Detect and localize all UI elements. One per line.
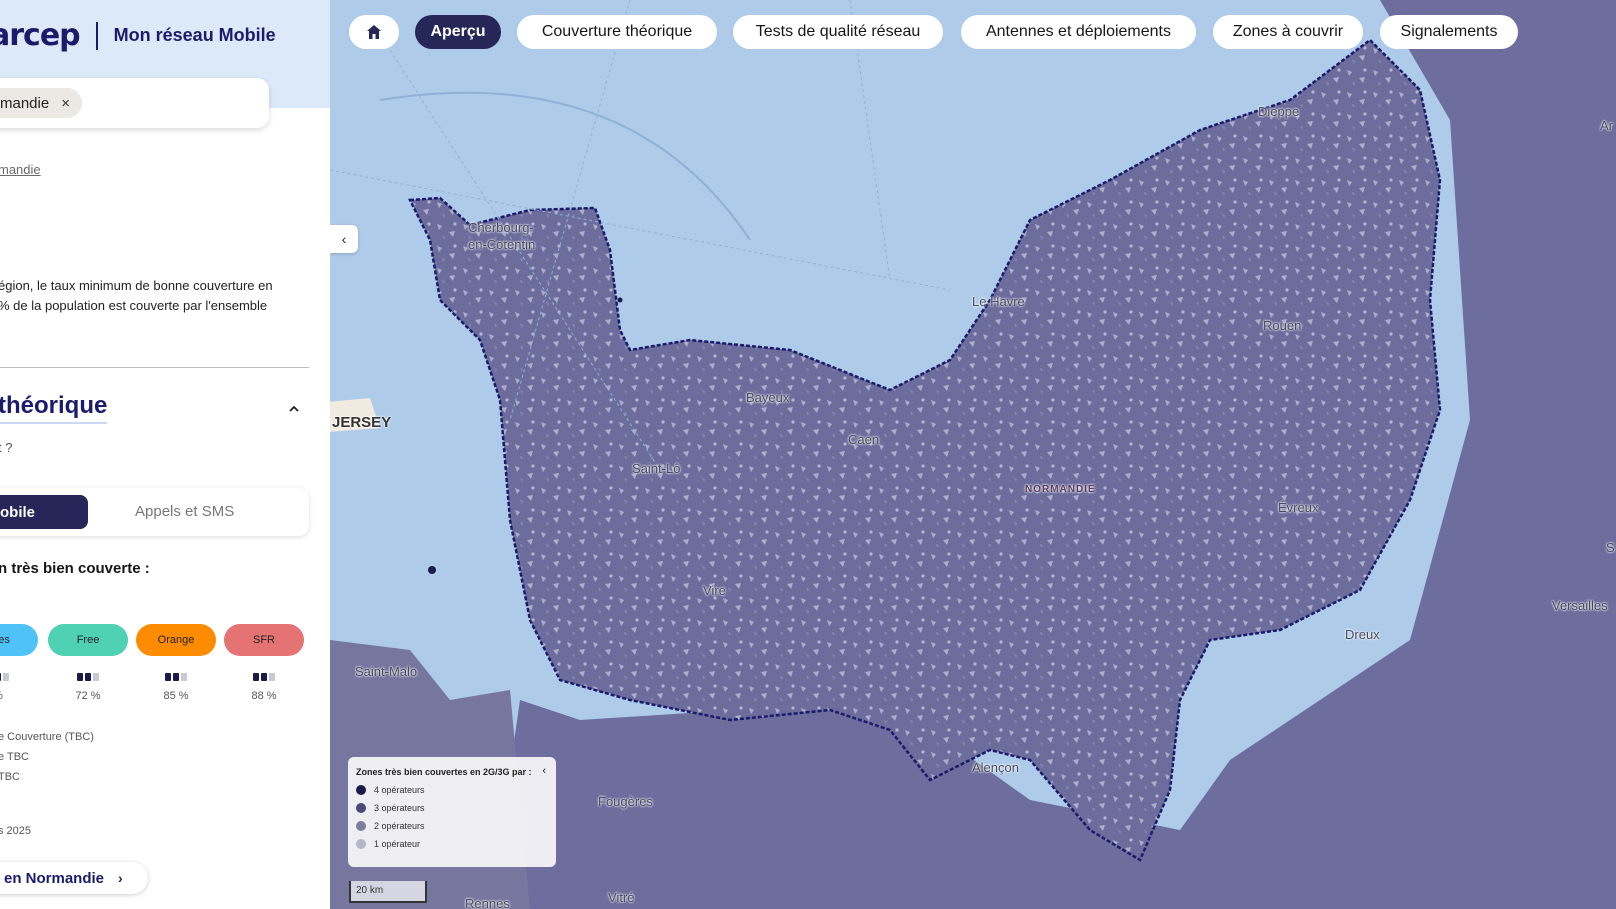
tab-zones-a-couvrir[interactable]: Zones à couvrir bbox=[1213, 15, 1363, 49]
place-label: en-Cotentin bbox=[468, 237, 536, 252]
info-question[interactable]: t ? bbox=[0, 440, 12, 455]
place-label: Fougères bbox=[598, 794, 653, 809]
legend-label: 1 opérateur bbox=[374, 839, 421, 849]
intro-line: égion, le taux minimum de bonne couvertu… bbox=[0, 278, 273, 293]
operator-stat-orange: 85 % bbox=[136, 668, 216, 702]
see-region-button[interactable]: en Normandie › bbox=[0, 862, 148, 894]
legend-swatch bbox=[356, 821, 366, 831]
map-view[interactable]: ‹ Aperçu Couverture théorique Tests de q… bbox=[330, 0, 1616, 909]
chevron-up-icon[interactable] bbox=[288, 403, 300, 415]
operator-chip-free[interactable]: Free bbox=[48, 624, 128, 656]
operator-stat-bouygues: % bbox=[0, 668, 38, 702]
home-button[interactable] bbox=[349, 15, 399, 49]
legend-label: 4 opérateurs bbox=[374, 785, 425, 795]
tbc-legend-line: e TBC bbox=[0, 751, 29, 763]
data-date: s 2025 bbox=[0, 825, 32, 837]
operator-chip-orange[interactable]: Orange bbox=[136, 624, 216, 656]
place-label: Dreux bbox=[1345, 627, 1380, 642]
legend-title: Zones très bien couvertes en 2G/3G par : bbox=[356, 767, 532, 777]
place-label: Le Havre bbox=[972, 294, 1025, 309]
place-label: Rouen bbox=[1263, 318, 1302, 333]
operator-stat-sfr: 88 % bbox=[224, 668, 304, 702]
place-label: S bbox=[1606, 540, 1615, 555]
place-label: Rennes bbox=[465, 896, 510, 909]
legend-item: 3 opérateurs bbox=[356, 803, 548, 813]
legend-swatch bbox=[356, 839, 366, 849]
intro-text: égion, le taux minimum de bonne couvertu… bbox=[0, 276, 318, 316]
place-label: Ar bbox=[1600, 118, 1613, 133]
divider bbox=[0, 367, 309, 368]
section-title[interactable]: théorique bbox=[0, 392, 108, 424]
home-icon bbox=[367, 25, 381, 39]
signal-bars-icon bbox=[253, 673, 275, 681]
coverage-subhead: n très bien couverte : bbox=[0, 560, 150, 577]
map-legend: Zones très bien couvertes en 2G/3G par :… bbox=[348, 757, 556, 867]
sidebar-panel: arcep Mon réseau Mobile mandie × mandie … bbox=[0, 0, 330, 909]
place-label: Vire bbox=[703, 583, 726, 598]
signal-bars-icon bbox=[165, 673, 187, 681]
operator-pct: 72 % bbox=[75, 690, 101, 702]
intro-line: % de la population est couverte par l'en… bbox=[0, 298, 268, 313]
operator-stat-free: 72 % bbox=[48, 668, 128, 702]
tbc-legend-line: e Couverture (TBC) bbox=[0, 731, 94, 743]
place-label: Caen bbox=[848, 432, 880, 447]
tab-signalements[interactable]: Signalements bbox=[1380, 15, 1518, 49]
legend-swatch bbox=[356, 785, 366, 795]
place-label: Vitré bbox=[608, 890, 635, 905]
place-label: Évreux bbox=[1278, 500, 1319, 515]
search-chip-label: mandie bbox=[0, 94, 50, 112]
place-label: JERSEY bbox=[332, 414, 392, 431]
search-box[interactable]: mandie × bbox=[0, 78, 269, 128]
operator-pct: 88 % bbox=[251, 690, 277, 702]
app-name: Mon réseau Mobile bbox=[113, 25, 276, 45]
breadcrumb[interactable]: mandie bbox=[0, 162, 41, 177]
place-label: Saint-Malo bbox=[355, 664, 418, 679]
toggle-internet-mobile[interactable]: obile bbox=[0, 495, 88, 529]
legend-label: 3 opérateurs bbox=[374, 803, 425, 813]
operator-chip-bouygues[interactable]: gues bbox=[0, 624, 38, 656]
legend-item: 4 opérateurs bbox=[356, 785, 548, 795]
signal-bars-icon bbox=[0, 673, 9, 681]
arcep-logo: arcep bbox=[0, 18, 81, 53]
operator-pct: % bbox=[0, 690, 38, 702]
tab-couverture-theorique[interactable]: Couverture théorique bbox=[517, 15, 717, 49]
service-toggle: obile Appels et SMS bbox=[0, 488, 309, 536]
chevron-right-icon: › bbox=[118, 870, 123, 886]
place-label: Dieppe bbox=[1258, 104, 1300, 119]
legend-item: 1 opérateur bbox=[356, 839, 548, 849]
toggle-calls-sms[interactable]: Appels et SMS bbox=[135, 503, 234, 520]
place-label: Bayeux bbox=[746, 390, 790, 405]
place-label: Cherbourg- bbox=[468, 220, 534, 235]
tab-apercu[interactable]: Aperçu bbox=[415, 15, 501, 49]
place-label: Alençon bbox=[972, 760, 1019, 775]
collapse-panel-button[interactable]: ‹ bbox=[330, 225, 358, 253]
close-icon[interactable]: × bbox=[61, 95, 70, 112]
search-chip-normandie[interactable]: mandie × bbox=[0, 88, 82, 118]
place-label: Saint-Lô bbox=[632, 461, 681, 476]
chevron-left-icon[interactable]: ‹ bbox=[542, 765, 546, 777]
region-label: NORMANDIE bbox=[1025, 484, 1096, 495]
see-region-label: en Normandie bbox=[4, 869, 105, 887]
tbc-legend-line: TBC bbox=[0, 771, 20, 783]
legend-label: 2 opérateurs bbox=[374, 821, 425, 831]
operator-pct: 85 % bbox=[163, 690, 189, 702]
tab-tests-qualite[interactable]: Tests de qualité réseau bbox=[733, 15, 943, 49]
legend-swatch bbox=[356, 803, 366, 813]
tab-antennes[interactable]: Antennes et déploiements bbox=[961, 15, 1196, 49]
place-label: Versailles bbox=[1552, 598, 1608, 613]
scale-bar: 20 km bbox=[349, 881, 427, 903]
operator-chip-sfr[interactable]: SFR bbox=[224, 624, 304, 656]
brand[interactable]: arcep Mon réseau Mobile bbox=[0, 18, 276, 53]
signal-bars-icon bbox=[77, 673, 99, 681]
legend-item: 2 opérateurs bbox=[356, 821, 548, 831]
brand-separator bbox=[95, 21, 98, 50]
